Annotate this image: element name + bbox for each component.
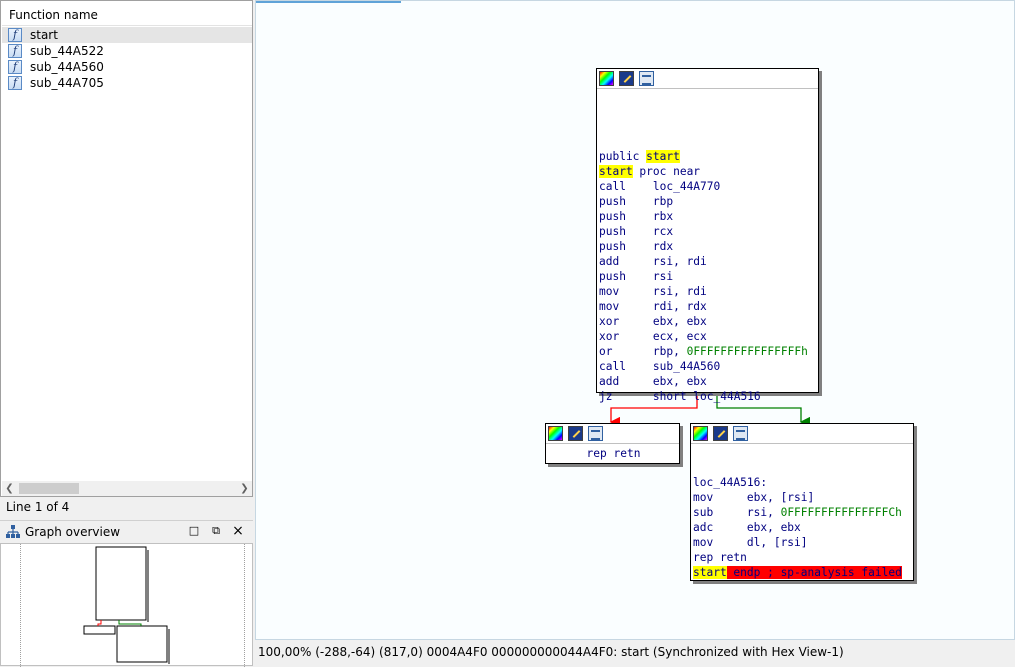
function-item-label: sub_44A560 <box>30 60 104 74</box>
function-list: f start f sub_44A522 f sub_44A560 f sub_… <box>2 27 252 91</box>
instruction-line: push rbx <box>599 210 674 223</box>
instruction-line: push rdx <box>599 240 674 253</box>
function-item-label: sub_44A705 <box>30 76 104 90</box>
sp-analysis-failed-marker: endp ; sp-analysis failed <box>726 566 902 579</box>
start-label-highlight: start <box>693 566 727 579</box>
code-label: loc_44A516: <box>693 476 768 489</box>
function-icon: f <box>8 44 22 58</box>
instruction-line: mov rdi, rdx <box>599 300 707 313</box>
close-icon[interactable]: × <box>231 524 245 538</box>
status-bar: 100,00% (-288,-64) (817,0) 0004A4F0 0000… <box>255 641 1015 666</box>
function-item-label: sub_44A522 <box>30 44 104 58</box>
basic-block-start[interactable]: public start start proc near call loc_44A7… <box>596 68 819 403</box>
instruction-line: sub rsi, 0FFFFFFFFFFFFFFFCh <box>693 506 902 519</box>
horizontal-scrollbar[interactable]: ❮ ❯ <box>2 481 252 496</box>
color-palette-icon[interactable] <box>599 71 614 86</box>
instruction-line: mov dl, [rsi] <box>693 536 808 549</box>
scrollbar-thumb[interactable] <box>19 483 79 494</box>
overview-minimap <box>83 546 170 664</box>
instruction-line: add rsi, rdi <box>599 255 707 268</box>
instruction-line: adc ebx, ebx <box>693 521 801 534</box>
function-item-sub-44a560[interactable]: f sub_44A560 <box>2 59 252 75</box>
ida-graph-view[interactable]: public start start proc near call loc_44A7… <box>255 0 1015 640</box>
code-line-header: public start <box>599 150 680 163</box>
instruction-line: push rbp <box>599 195 674 208</box>
graph-overview-icon <box>6 525 20 538</box>
instruction-line: call sub_44A560 <box>599 360 721 373</box>
node-titlebar <box>597 69 818 89</box>
edit-node-icon[interactable] <box>619 71 634 86</box>
instruction-line: xor ebx, ebx <box>599 315 707 328</box>
node-titlebar <box>691 424 913 444</box>
instruction-line: push rsi <box>599 270 674 283</box>
immediate-value: 0FFFFFFFFFFFFFFFFh <box>686 345 808 358</box>
scroll-left-icon[interactable]: ❮ <box>2 481 17 496</box>
maximize-icon[interactable]: □ <box>187 524 201 538</box>
graph-overview-canvas[interactable] <box>0 543 253 667</box>
instruction-line: push rcx <box>599 225 674 238</box>
scroll-right-icon[interactable]: ❯ <box>237 481 252 496</box>
instruction-line: mov ebx, [rsi] <box>693 491 815 504</box>
instruction-line: rep retn <box>693 551 747 564</box>
graph-overview-title: Graph overview <box>25 525 121 539</box>
function-item-sub-44a522[interactable]: f sub_44A522 <box>2 43 252 59</box>
edit-node-icon[interactable] <box>713 426 728 441</box>
group-nodes-icon[interactable] <box>733 426 748 441</box>
function-icon: f <box>8 76 22 90</box>
function-item-sub-44a705[interactable]: f sub_44A705 <box>2 75 252 91</box>
group-nodes-icon[interactable] <box>639 71 654 86</box>
color-palette-icon[interactable] <box>693 426 708 441</box>
instruction-line: jz short loc_44A516 <box>599 390 761 403</box>
float-window-icon[interactable]: ⧉ <box>209 524 223 538</box>
instruction-list: mov ebx, [rsi] sub rsi, 0FFFFFFFFFFFFFFFC… <box>693 490 913 565</box>
function-name-column-header[interactable]: Function name <box>2 2 252 26</box>
node-code: loc_44A516:mov ebx, [rsi] sub rsi, 0FFFFF… <box>691 444 913 610</box>
function-item-start[interactable]: f start <box>2 27 252 43</box>
node-code: public start start proc near call loc_44A7… <box>597 89 818 434</box>
instruction-list: call loc_44A770push rbp push rbx push rcx p… <box>599 179 818 404</box>
group-nodes-icon[interactable] <box>588 426 603 441</box>
basic-block-loc-44a516[interactable]: loc_44A516:mov ebx, [rsi] sub rsi, 0FFFFF… <box>690 423 914 581</box>
basic-block-rep-retn[interactable]: rep retn <box>545 423 680 464</box>
instruction-line: xor ecx, ecx <box>599 330 707 343</box>
start-label-highlight: start <box>646 150 680 163</box>
code-endline: start endp ; sp-analysis failed <box>693 565 913 580</box>
immediate-value: 0FFFFFFFFFFFFFFFCh <box>780 506 902 519</box>
function-icon: f <box>8 28 22 42</box>
line-status: Line 1 of 4 <box>6 500 70 514</box>
instruction-line: add ebx, ebx <box>599 375 707 388</box>
start-label-highlight: start <box>599 165 633 178</box>
instruction-line: call loc_44A770 <box>599 180 721 193</box>
instruction-line: rep retn <box>586 447 641 460</box>
code-line: start proc near <box>599 165 701 178</box>
functions-window: Function name f start f sub_44A522 f sub… <box>0 0 253 497</box>
function-icon: f <box>8 60 22 74</box>
instruction-line: or rbp, 0FFFFFFFFFFFFFFFFh <box>599 345 808 358</box>
edit-node-icon[interactable] <box>568 426 583 441</box>
graph-overview-titlebar: Graph overview □ ⧉ × <box>0 520 253 542</box>
node-titlebar <box>546 424 679 444</box>
instruction-line: mov rsi, rdi <box>599 285 707 298</box>
color-palette-icon[interactable] <box>548 426 563 441</box>
function-item-label: start <box>30 28 58 42</box>
